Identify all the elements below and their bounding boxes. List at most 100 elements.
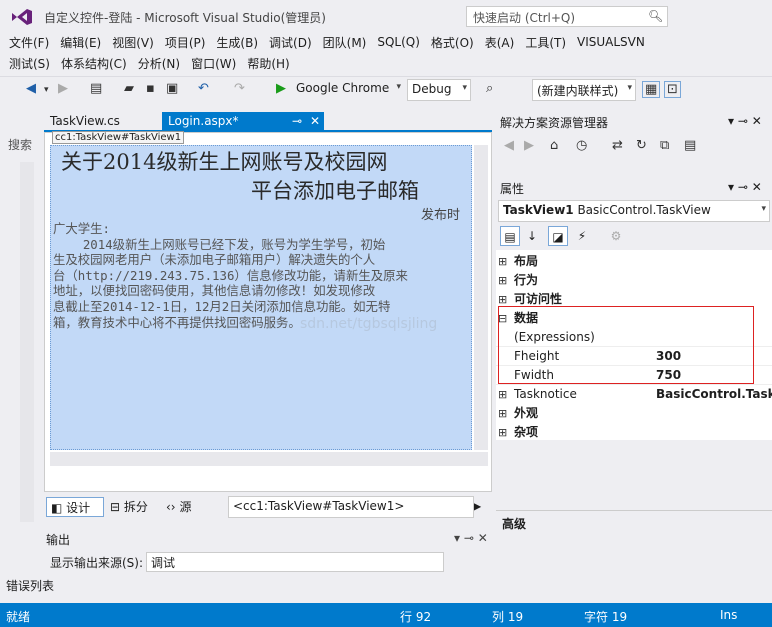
properties-object-select[interactable]: TaskView1 BasicControl.TaskView ▾ [498, 200, 770, 222]
property-description-panel [496, 510, 772, 572]
menu-item[interactable]: SQL(Q) [372, 35, 426, 49]
property-row[interactable]: ⊞ 布局 [496, 252, 772, 271]
menu-bar: 文件(F) 编辑(E) 视图(V) 项目(P) 生成(B) 调试(D) 团队(M) SQL(Q… [0, 32, 772, 74]
forward-icon[interactable]: ▶ [524, 138, 534, 153]
menu-item[interactable]: 格式(O) [426, 34, 480, 51]
menu-item[interactable]: 生成(B) [211, 34, 264, 51]
back-icon[interactable]: ◀ [504, 138, 514, 153]
position-icon[interactable]: ⊡ [664, 81, 681, 98]
pin-icon[interactable]: ⊸ [292, 114, 302, 128]
open-file-icon[interactable]: ▰ [124, 81, 134, 96]
menu-item[interactable]: 帮助(H) [242, 55, 295, 72]
properties-view-icon[interactable]: ◪ [548, 226, 568, 246]
property-name: 杂项 [514, 425, 539, 439]
property-description-title: 高级 [502, 517, 527, 531]
property-row[interactable]: ⊞ Tasknotice BasicControl.Task [496, 385, 772, 404]
search-panel-tab[interactable]: 搜索 [8, 136, 40, 154]
expander-icon[interactable]: ⊞ [498, 423, 507, 442]
alphabetical-icon[interactable]: ↓ [522, 226, 542, 246]
save-icon[interactable]: ▪ [146, 81, 155, 96]
control-tag[interactable]: cc1:TaskView#TaskView1 [52, 131, 185, 144]
tab-label: TaskView.cs [50, 114, 120, 128]
window-title: 自定义控件-登陆 - Microsoft Visual Studio(管理员) [44, 11, 326, 25]
split-view-button[interactable]: ⊟ 拆分 [106, 497, 154, 517]
style-target-select[interactable]: (新建内联样式) ▾ [532, 79, 636, 101]
properties-icon[interactable]: ▤ [684, 138, 696, 153]
configuration-select[interactable]: Debug ▾ [407, 79, 471, 101]
taskview-control-surface[interactable]: 关于2014级新生上网账号及校园网 平台添加电子邮箱 发布时 广大学生: 201… [50, 145, 472, 450]
events-icon[interactable]: ⚡ [572, 226, 592, 246]
editor-horizontal-scrollbar[interactable] [50, 452, 488, 466]
chevron-down-icon: ▾ [761, 204, 766, 214]
menu-item[interactable]: 工具(T) [520, 34, 572, 51]
expander-icon[interactable]: ⊞ [498, 271, 507, 290]
output-title: 输出 [46, 533, 71, 547]
redo-icon[interactable]: ↷ [234, 81, 245, 96]
chevron-down-icon: ▾ [462, 83, 467, 93]
editor-vertical-scrollbar[interactable] [474, 145, 488, 450]
menu-item[interactable]: VISUALSVN [572, 35, 651, 49]
menu-item[interactable]: 项目(P) [160, 34, 212, 51]
menu-item[interactable]: 测试(S) [4, 55, 56, 72]
format-block-icon[interactable]: ▦ [642, 81, 661, 98]
back-icon[interactable]: ◀ [26, 81, 36, 96]
menu-item[interactable]: 团队(M) [318, 34, 373, 51]
home-icon[interactable]: ⌂ [550, 138, 558, 153]
menu-item[interactable]: 窗口(W) [186, 55, 242, 72]
property-row[interactable]: ⊞ 行为 [496, 271, 772, 290]
property-pages-icon[interactable]: ⚙ [606, 226, 626, 246]
property-row[interactable]: ⊞ 外观 [496, 404, 772, 423]
menu-item[interactable]: 视图(V) [107, 34, 160, 51]
quick-launch-input[interactable]: 快速启动 (Ctrl+Q) [466, 6, 668, 27]
expander-icon[interactable]: ⊞ [498, 404, 507, 423]
menu-item[interactable]: 文件(F) [4, 34, 55, 51]
sync-icon[interactable]: ⇄ [612, 138, 623, 153]
categorized-icon[interactable]: ▤ [500, 226, 520, 246]
status-ready: 就绪 [6, 610, 31, 624]
save-all-icon[interactable]: ▣ [166, 81, 178, 96]
tab-login-aspx[interactable]: Login.aspx* ⊸ ✕ [162, 112, 324, 131]
output-source-select[interactable]: 调试 [146, 552, 444, 572]
menu-item[interactable]: 编辑(E) [55, 34, 107, 51]
tab-taskview-cs[interactable]: TaskView.cs [44, 112, 160, 131]
visual-studio-logo-icon [12, 9, 32, 25]
forward-icon[interactable]: ▶ [58, 81, 68, 96]
source-view-button[interactable]: ‹› 源 [162, 497, 200, 517]
object-name: TaskView1 [503, 203, 574, 217]
error-list-tab[interactable]: 错误列表 [6, 577, 54, 594]
pin-icon[interactable]: ▾ ⊸ ✕ [454, 531, 488, 545]
property-row[interactable]: ⊞ 杂项 [496, 423, 772, 442]
new-project-icon[interactable]: ▤ [90, 81, 102, 96]
solution-explorer-toolbar: ◀ ▶ ⌂ ◷ ⇄ ↻ ⧉ ▤ [496, 134, 772, 160]
close-icon[interactable]: ✕ [310, 114, 320, 128]
property-name: 布局 [514, 254, 539, 268]
property-name: Tasknotice [514, 387, 577, 401]
source-label: 源 [179, 500, 192, 514]
history-icon[interactable]: ◷ [576, 138, 587, 153]
refresh-icon[interactable]: ↻ [636, 138, 647, 153]
tab-label: Login.aspx* [168, 114, 239, 128]
find-icon[interactable]: ⌕ [486, 81, 493, 96]
split-label: 拆分 [123, 500, 148, 514]
pin-icon[interactable]: ▾ ⊸ ✕ [728, 114, 762, 128]
menu-item[interactable]: 表(A) [480, 34, 521, 51]
undo-icon[interactable]: ↶ [198, 81, 209, 96]
tag-breadcrumb[interactable]: <cc1:TaskView#TaskView1> [228, 496, 474, 518]
property-value[interactable]: BasicControl.Task [656, 385, 772, 404]
search-icon[interactable]: 🔍︎ [648, 9, 663, 23]
copy-icon[interactable]: ⧉ [660, 138, 669, 153]
source-icon: ‹› [166, 500, 176, 514]
left-scrollbar[interactable] [20, 162, 34, 522]
design-label: 设计 [66, 501, 91, 515]
expander-icon[interactable]: ⊞ [498, 252, 507, 271]
document-tabs: TaskView.cs Login.aspx* ⊸ ✕ [44, 112, 492, 131]
design-view-button[interactable]: ◧ 设计 [46, 497, 104, 517]
menu-item[interactable]: 调试(D) [264, 34, 318, 51]
back-dropdown-icon[interactable]: ▾ [44, 85, 49, 95]
status-insert-mode: Ins [720, 608, 738, 622]
expander-icon[interactable]: ⊞ [498, 385, 507, 404]
menu-item[interactable]: 体系结构(C) [56, 55, 133, 72]
browser-select[interactable]: Google Chrome ▾ [268, 79, 404, 101]
menu-item[interactable]: 分析(N) [133, 55, 186, 72]
pin-icon[interactable]: ▾ ⊸ ✕ [728, 180, 762, 194]
